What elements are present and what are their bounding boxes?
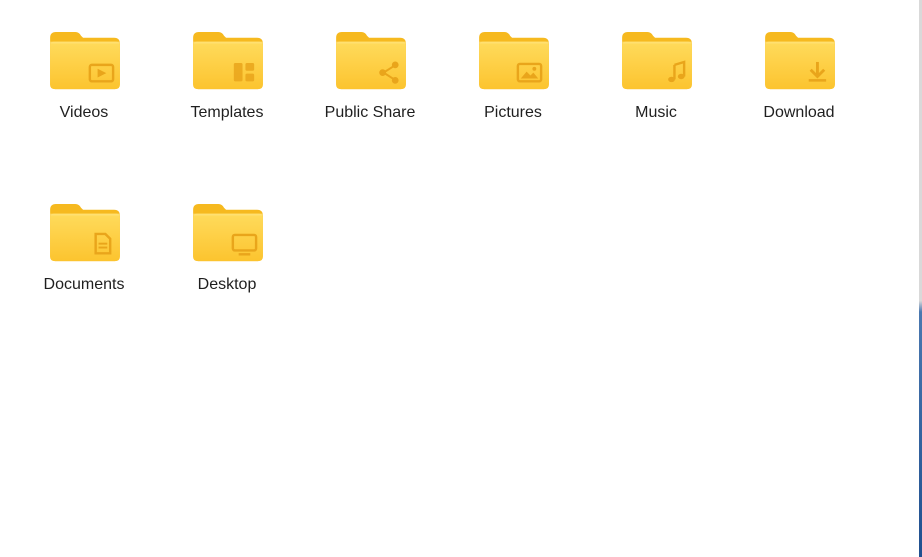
folder-label: Desktop: [197, 276, 257, 293]
folder-download[interactable]: Download: [739, 30, 859, 150]
folder-label: Documents: [43, 276, 125, 293]
file-browser-view: Videos Templates Public Share Pictures M…: [0, 0, 919, 557]
folder-label: Download: [763, 104, 835, 121]
folder-label: Public Share: [324, 104, 416, 121]
download-icon: [765, 31, 835, 90]
folder-videos[interactable]: Videos: [24, 30, 144, 150]
video-icon: [50, 31, 120, 90]
folder-desktop[interactable]: Desktop: [167, 202, 287, 322]
picture-icon: [479, 31, 549, 90]
folder-label: Pictures: [484, 104, 542, 121]
folder-label: Videos: [59, 104, 109, 121]
folder-public-share[interactable]: Public Share: [310, 30, 430, 150]
music-icon: [622, 31, 692, 90]
folder-pictures[interactable]: Pictures: [453, 30, 573, 150]
folder-label: Music: [635, 104, 677, 121]
share-icon: [336, 31, 406, 90]
folder-templates[interactable]: Templates: [167, 30, 287, 150]
document-icon: [50, 203, 120, 262]
desktop-icon: [193, 203, 263, 262]
folder-label: Templates: [190, 104, 264, 121]
templates-icon: [193, 31, 263, 90]
folder-music[interactable]: Music: [596, 30, 716, 150]
folder-documents[interactable]: Documents: [24, 202, 144, 322]
